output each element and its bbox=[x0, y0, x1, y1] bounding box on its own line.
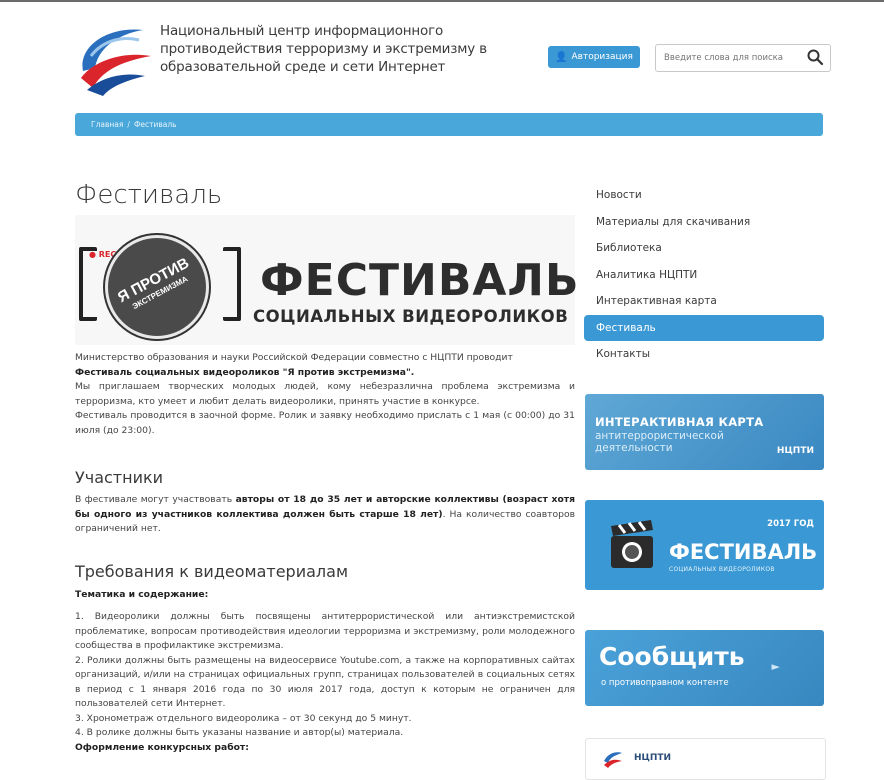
req-1: 1. Видеоролики должны быть посвящены ант… bbox=[75, 611, 575, 651]
sidebar-item-contacts[interactable]: Контакты bbox=[584, 341, 824, 368]
sidebar-item-festival[interactable]: Фестиваль bbox=[584, 314, 824, 341]
promo-festival-title: ФЕСТИВАЛЬ bbox=[669, 540, 818, 564]
breadcrumb-home[interactable]: Главная bbox=[91, 120, 123, 129]
promo-report[interactable]: Сообщить о противоправном контенте ► bbox=[585, 630, 824, 706]
sidebar-item-map[interactable]: Интерактивная карта bbox=[584, 288, 824, 315]
intro-line2: Мы приглашаем творческих молодых людей, … bbox=[75, 381, 575, 407]
promo-report-title: Сообщить bbox=[599, 642, 745, 671]
promo-map-sub1: антитеррористической bbox=[595, 430, 724, 442]
search-box bbox=[655, 44, 831, 72]
clapperboard-icon bbox=[611, 520, 653, 568]
theme-heading-text: Тематика и содержание: bbox=[75, 589, 209, 600]
banner-subtitle: СОЦИАЛЬНЫХ ВИДЕОРОЛИКОВ bbox=[253, 307, 569, 326]
sidebar-item-news[interactable]: Новости bbox=[584, 182, 824, 209]
req-4: 4. В ролике должны быть указаны название… bbox=[75, 727, 404, 738]
banner-circle-logo: Я ПРОТИВ ЭКСТРЕМИЗМА bbox=[105, 235, 209, 339]
sidebar-nav: Новости Материалы для скачивания Библиот… bbox=[584, 182, 824, 368]
login-label: Авторизация bbox=[571, 52, 633, 62]
sidebar-item-analytics[interactable]: Аналитика НЦПТИ bbox=[584, 262, 824, 289]
user-icon: 👤 bbox=[555, 51, 568, 63]
req-2: 2. Ролики должны быть размещены на видео… bbox=[75, 654, 575, 710]
req-3: 3. Хронометраж отдельного видеоролика – … bbox=[75, 712, 412, 724]
promo-map-title: ИНТЕРАКТИВНАЯ КАРТА bbox=[595, 415, 764, 429]
promo-map-brand: НЦПТИ bbox=[776, 446, 814, 456]
promo-report-sub: о противоправном контенте bbox=[601, 678, 729, 688]
promo-festival[interactable]: 2017 ГОД ФЕСТИВАЛЬ СОЦИАЛЬНЫХ ВИДЕОРОЛИК… bbox=[585, 500, 824, 590]
sidebar-item-downloads[interactable]: Материалы для скачивания bbox=[584, 209, 824, 236]
banner-title: ФЕСТИВАЛЬ bbox=[260, 255, 580, 306]
festival-banner: ● REC Я ПРОТИВ ЭКСТРЕМИЗМА ФЕСТИВАЛЬ СОЦ… bbox=[75, 215, 579, 345]
promo-festival-year: 2017 ГОД bbox=[767, 519, 814, 529]
top-border bbox=[0, 0, 884, 2]
search-icon[interactable] bbox=[806, 48, 824, 66]
breadcrumb-separator: / bbox=[127, 120, 130, 129]
promo-festival-sub: СОЦИАЛЬНЫХ ВИДЕОРОЛИКОВ bbox=[669, 566, 775, 573]
participants-heading: Участники bbox=[75, 468, 164, 487]
promo-logo[interactable]: НЦПТИ bbox=[585, 738, 826, 780]
promo-interactive-map[interactable]: ИНТЕРАКТИВНАЯ КАРТА антитеррористической… bbox=[585, 394, 824, 470]
search-input[interactable] bbox=[662, 49, 806, 67]
rec-indicator: ● REC bbox=[89, 250, 117, 259]
participants-text: В фестивале могут участвовать авторы от … bbox=[75, 493, 575, 537]
participants-text-1: В фестивале могут участвовать bbox=[75, 494, 236, 505]
promo-map-sub2: деятельности bbox=[595, 442, 673, 454]
ncpti-logo-icon bbox=[604, 752, 622, 768]
bracket-right bbox=[223, 247, 241, 321]
breadcrumb: Главная / Фестиваль bbox=[75, 113, 823, 136]
login-button[interactable]: 👤 Авторизация bbox=[548, 46, 640, 68]
promo-logo-brand: НЦПТИ bbox=[634, 753, 672, 763]
breadcrumb-current: Фестиваль bbox=[133, 120, 177, 129]
intro-line3: Фестиваль проводится в заочной форме. Ро… bbox=[75, 410, 575, 436]
theme-heading: Тематика и содержание: bbox=[75, 588, 575, 603]
site-logo[interactable] bbox=[73, 16, 155, 98]
sidebar-item-library[interactable]: Библиотека bbox=[584, 235, 824, 262]
intro-bold: Фестиваль социальных видеороликов "Я про… bbox=[75, 366, 415, 378]
design-heading: Оформление конкурсных работ: bbox=[75, 741, 249, 753]
promo-map-sub: антитеррористической деятельности bbox=[595, 430, 724, 454]
requirements-heading: Требования к видеоматериалам bbox=[75, 562, 349, 581]
intro-line1: Министерство образования и науки Российс… bbox=[75, 352, 513, 363]
page-title: Фестиваль bbox=[75, 180, 223, 210]
intro-text: Министерство образования и науки Российс… bbox=[75, 351, 575, 438]
requirements-list: 1. Видеоролики должны быть посвящены ант… bbox=[75, 610, 575, 755]
pointer-icon: ► bbox=[771, 660, 780, 673]
site-title[interactable]: Национальный центр информационного проти… bbox=[160, 22, 530, 76]
